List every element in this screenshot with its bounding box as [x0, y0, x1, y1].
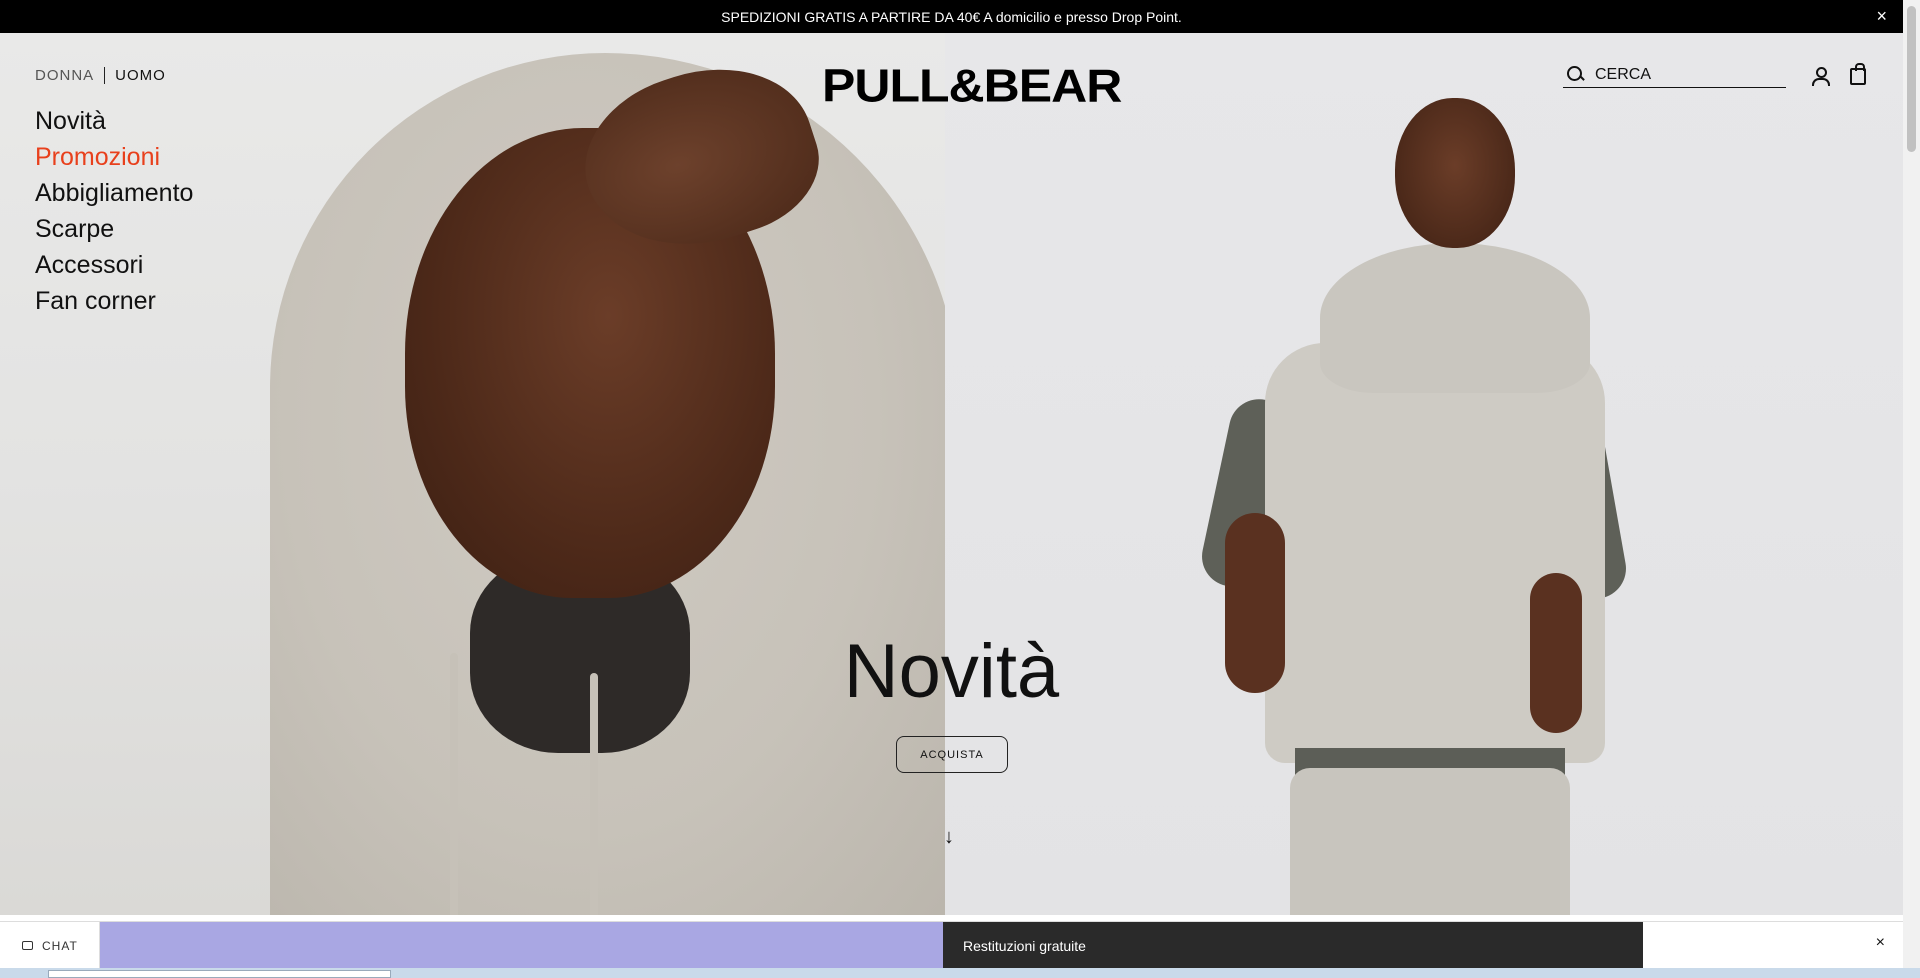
chat-label: CHAT — [42, 938, 78, 953]
shop-button[interactable]: ACQUISTA — [896, 736, 1008, 773]
nav-item-fan-corner[interactable]: Fan corner — [35, 283, 193, 319]
nav-item-promozioni[interactable]: Promozioni — [35, 139, 193, 175]
returns-label: Restituzioni gratuite — [963, 937, 1086, 954]
gender-donna-link[interactable]: DONNA — [35, 67, 106, 84]
search-bar[interactable] — [1563, 62, 1786, 88]
nav-item-abbigliamento[interactable]: Abbigliamento — [35, 175, 193, 211]
taskbar-search-field[interactable] — [48, 970, 391, 978]
bottom-bar: CHAT Restituzioni gratuite × — [0, 921, 1903, 969]
hero-title: Novità — [843, 629, 1060, 714]
brand-logo[interactable]: PULL&BEAR — [822, 59, 1122, 112]
gender-uomo-link[interactable]: UOMO — [105, 67, 166, 84]
nav-item-scarpe[interactable]: Scarpe — [35, 211, 193, 247]
scrollbar-thumb[interactable] — [1907, 6, 1916, 152]
hero-banner[interactable] — [0, 33, 1903, 915]
search-input[interactable] — [1595, 65, 1775, 84]
nav-item-novita[interactable]: Novità — [35, 103, 193, 139]
main-nav: Novità Promozioni Abbigliamento Scarpe A… — [35, 103, 193, 319]
announcement-text: SPEDIZIONI GRATIS A PARTIRE DA 40€ A dom… — [721, 8, 1182, 25]
promo-strip — [100, 922, 943, 969]
close-icon[interactable]: × — [1876, 934, 1885, 952]
nav-item-accessori[interactable]: Accessori — [35, 247, 193, 283]
bag-icon[interactable] — [1850, 63, 1866, 85]
close-icon[interactable]: × — [1876, 6, 1887, 27]
chat-icon — [22, 941, 33, 950]
gender-switch: DONNA UOMO — [35, 67, 166, 84]
announcement-bar: SPEDIZIONI GRATIS A PARTIRE DA 40€ A dom… — [0, 0, 1903, 33]
chat-button[interactable]: CHAT — [0, 922, 100, 969]
os-taskbar — [0, 968, 1920, 978]
returns-banner[interactable]: Restituzioni gratuite — [943, 922, 1643, 969]
search-icon[interactable] — [1565, 64, 1587, 86]
user-icon[interactable] — [1811, 66, 1830, 86]
arrow-down-icon[interactable]: ↓ — [944, 826, 954, 849]
scrollbar[interactable] — [1903, 0, 1920, 968]
